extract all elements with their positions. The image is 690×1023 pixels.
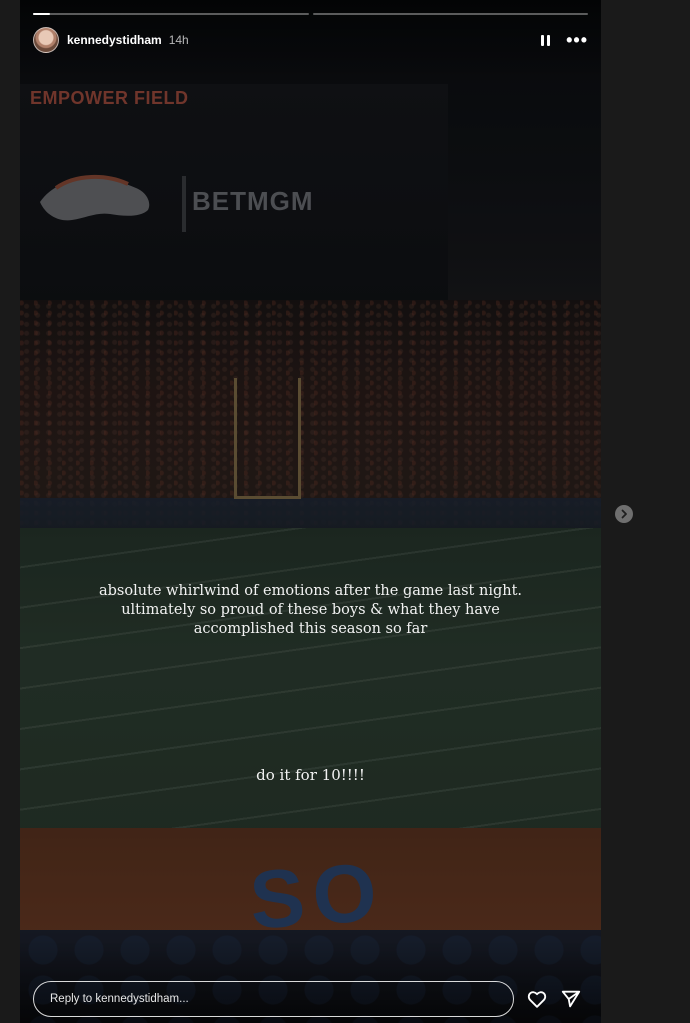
chevron-right-icon[interactable] — [615, 505, 633, 523]
progress-segment — [33, 13, 309, 15]
send-icon[interactable] — [560, 988, 582, 1010]
progress-segment — [312, 13, 588, 15]
chevron-right-glyph — [621, 509, 627, 519]
pause-icon[interactable] — [538, 33, 552, 47]
story-caption: absolute whirlwind of emotions after the… — [98, 583, 523, 637]
story-header: kennedystidham 14h ••• — [33, 26, 588, 54]
avatar[interactable] — [33, 27, 59, 53]
timestamp: 14h — [168, 33, 189, 47]
story-progress-bar — [33, 13, 588, 15]
more-horizontal-icon[interactable]: ••• — [566, 31, 588, 49]
story-viewer-page: EMPOWER FIELD BETMGM SO kennedystidham 1… — [0, 0, 690, 1023]
header-actions: ••• — [538, 31, 588, 49]
reply-actions — [526, 986, 586, 1012]
story-card[interactable]: EMPOWER FIELD BETMGM SO kennedystidham 1… — [20, 0, 601, 1023]
progress-fill — [33, 13, 50, 15]
story-dim-overlay — [20, 0, 601, 1023]
heart-icon[interactable] — [526, 988, 548, 1010]
reply-input[interactable]: Reply to kennedystidham... — [33, 981, 514, 1017]
username[interactable]: kennedystidham — [67, 33, 162, 47]
story-caption-secondary: do it for 10!!!! — [256, 766, 365, 784]
